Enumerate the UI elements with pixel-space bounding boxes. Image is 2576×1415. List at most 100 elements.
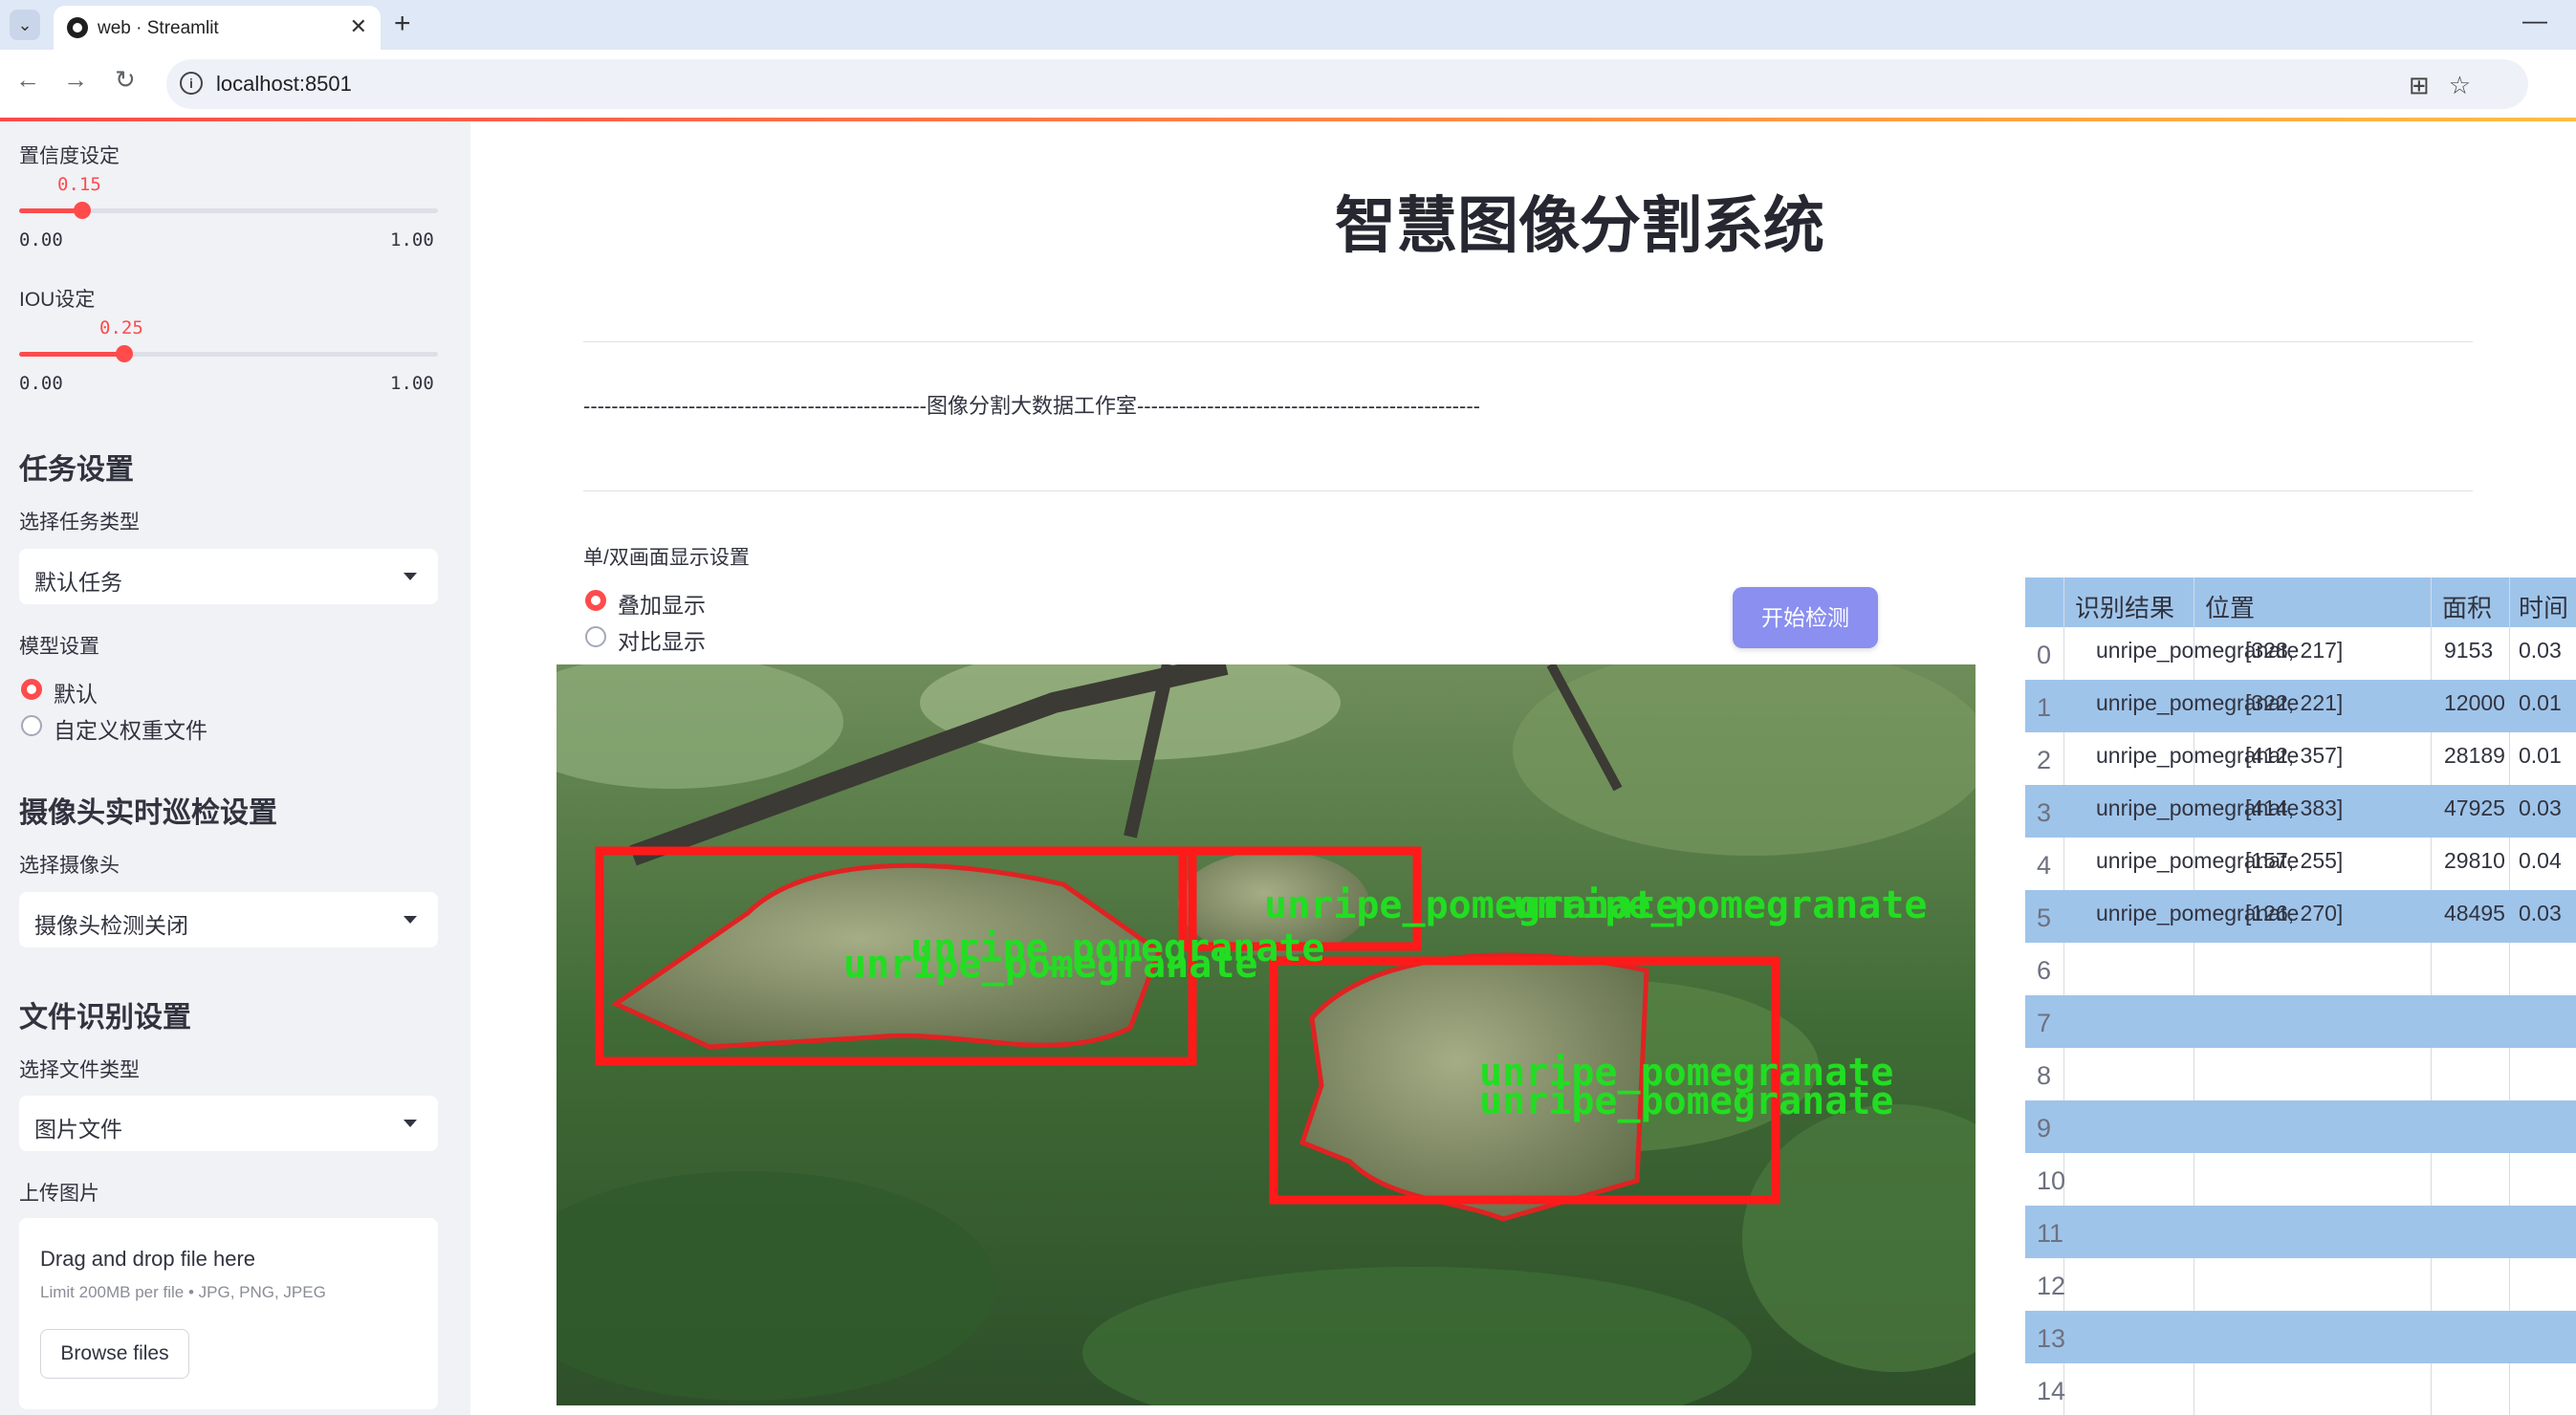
task-type-select[interactable]: 默认任务 — [19, 549, 438, 604]
table-row[interactable]: 7 — [2025, 995, 2576, 1048]
iou-value: 0.25 — [99, 317, 143, 338]
forward-icon[interactable]: → — [63, 65, 88, 95]
file-type-value: 图片文件 — [34, 1117, 122, 1142]
iou-min: 0.00 — [19, 373, 63, 394]
file-dropzone[interactable]: Drag and drop file here Limit 200MB per … — [19, 1218, 438, 1409]
cell-time: 0.03 — [2519, 795, 2562, 820]
detection-result-svg: unripe_pomegranate unripe_pomegranate un… — [557, 664, 1976, 1405]
det-label-6: unripe_pomegranate — [1479, 1079, 1893, 1123]
col-header-position[interactable]: 位置 — [2205, 589, 2255, 624]
divider — [583, 490, 2473, 491]
col-header-result[interactable]: 识别结果 — [2075, 589, 2174, 624]
url-text: localhost:8501 — [216, 72, 352, 96]
cell-position: [328, 217] — [2245, 638, 2344, 663]
row-index: 2 — [2037, 746, 2052, 774]
table-row[interactable]: 9 — [2025, 1100, 2576, 1153]
display-mode-label: 单/双画面显示设置 — [583, 547, 750, 569]
radio-unselected-icon — [21, 715, 42, 736]
row-index: 8 — [2037, 1061, 2052, 1090]
translate-icon[interactable]: ⊞ — [2409, 71, 2449, 99]
table-row[interactable]: 2 unripe_pomegranate [412, 357] 28189 0.01 — [2025, 732, 2576, 785]
model-settings-label: 模型设置 — [19, 636, 99, 658]
cell-time: 0.04 — [2519, 848, 2562, 873]
camera-label: 选择摄像头 — [19, 855, 120, 877]
confidence-slider[interactable] — [19, 202, 438, 219]
cell-area: 48495 — [2444, 901, 2505, 925]
studio-divider-text: ----------------------------------------… — [583, 394, 1480, 418]
browse-files-button[interactable]: Browse files — [40, 1329, 189, 1379]
reload-icon[interactable]: ↻ — [115, 65, 136, 95]
bookmark-star-icon[interactable]: ☆ — [2449, 71, 2490, 99]
site-info-icon[interactable]: i — [180, 72, 203, 95]
row-index: 1 — [2037, 693, 2052, 722]
file-type-select[interactable]: 图片文件 — [19, 1096, 438, 1151]
confidence-slider-fill — [19, 208, 82, 213]
table-row[interactable]: 4 unripe_pomegranate [157, 255] 29810 0.04 — [2025, 838, 2576, 890]
row-index: 6 — [2037, 956, 2052, 985]
iou-max: 1.00 — [390, 373, 434, 394]
col-header-time[interactable]: 时间 — [2519, 589, 2568, 624]
table-row[interactable]: 8 — [2025, 1048, 2576, 1100]
model-option-label: 自定义权重文件 — [54, 718, 207, 743]
file-type-label: 选择文件类型 — [19, 1059, 140, 1081]
close-tab-icon[interactable]: ✕ — [350, 14, 367, 39]
table-row[interactable]: 0 unripe_pomegranate [328, 217] 9153 0.03 — [2025, 627, 2576, 680]
cell-area: 12000 — [2444, 690, 2505, 715]
confidence-max: 1.00 — [390, 229, 434, 250]
table-row[interactable]: 3 unripe_pomegranate [414, 383] 47925 0.03 — [2025, 785, 2576, 838]
cell-area: 47925 — [2444, 795, 2505, 820]
row-index: 9 — [2037, 1114, 2052, 1143]
det-label-2: unripe_pomegranate — [1513, 883, 1927, 927]
streamlit-favicon-icon — [67, 17, 88, 38]
table-row[interactable]: 13 — [2025, 1311, 2576, 1363]
iou-slider-fill — [19, 352, 124, 357]
table-row[interactable]: 6 — [2025, 943, 2576, 995]
main-content: 智慧图像分割系统 -------------------------------… — [470, 121, 2576, 1415]
browser-tab-bar: ⌄ web · Streamlit ✕ + — — [0, 0, 2576, 50]
minimize-window-icon[interactable]: — — [2522, 6, 2547, 35]
new-tab-icon[interactable]: + — [394, 8, 411, 40]
cell-time: 0.03 — [2519, 638, 2562, 663]
row-index: 4 — [2037, 851, 2052, 880]
row-index: 3 — [2037, 798, 2052, 827]
page-title: 智慧图像分割系统 — [1335, 191, 1824, 260]
radio-unselected-icon — [585, 626, 606, 647]
confidence-slider-thumb[interactable] — [73, 202, 91, 219]
sidebar: 置信度设定 0.15 0.00 1.00 IOU设定 0.25 0.00 1.0… — [0, 121, 470, 1415]
tab-search-icon[interactable]: ⌄ — [10, 10, 40, 40]
camera-select[interactable]: 摄像头检测关闭 — [19, 892, 438, 947]
table-row[interactable]: 5 unripe_pomegranate [126, 270] 48495 0.03 — [2025, 890, 2576, 943]
table-row[interactable]: 14 — [2025, 1363, 2576, 1415]
det-label-4: unripe_pomegranate — [843, 943, 1257, 987]
table-row[interactable]: 12 — [2025, 1258, 2576, 1311]
camera-value: 摄像头检测关闭 — [34, 913, 188, 938]
camera-settings-heading: 摄像头实时巡检设置 — [19, 797, 277, 829]
table-row[interactable]: 11 — [2025, 1206, 2576, 1258]
cell-position: [412, 357] — [2245, 743, 2344, 768]
tab-title: web · Streamlit — [98, 18, 219, 38]
col-header-area[interactable]: 面积 — [2442, 589, 2492, 624]
url-field[interactable]: i localhost:8501 ⊞☆ — [166, 59, 2528, 109]
dropzone-limit: Limit 200MB per file • JPG, PNG, JPEG — [40, 1283, 326, 1301]
row-index: 10 — [2037, 1166, 2066, 1195]
confidence-label: 置信度设定 — [19, 145, 120, 167]
table-row[interactable]: 10 — [2025, 1153, 2576, 1206]
confidence-value: 0.15 — [57, 174, 101, 195]
radio-selected-icon — [21, 679, 42, 700]
iou-slider-thumb[interactable] — [115, 345, 133, 362]
iou-slider[interactable] — [19, 345, 438, 362]
row-index: 7 — [2037, 1009, 2052, 1037]
task-type-value: 默认任务 — [34, 570, 122, 595]
chevron-down-icon — [404, 573, 417, 580]
cell-area: 29810 — [2444, 848, 2505, 873]
display-option-label: 对比显示 — [618, 629, 706, 654]
row-index: 12 — [2037, 1272, 2066, 1300]
upload-label: 上传图片 — [19, 1183, 99, 1205]
browser-tab[interactable]: web · Streamlit ✕ — [54, 6, 381, 50]
results-table: 识别结果 位置 面积 时间 0 unripe_pomegranate [328, 2… — [2025, 577, 2576, 1415]
row-index: 14 — [2037, 1377, 2066, 1405]
start-detection-button[interactable]: 开始检测 — [1733, 587, 1878, 648]
back-icon[interactable]: ← — [15, 65, 40, 95]
dropzone-title: Drag and drop file here — [40, 1247, 256, 1271]
table-row[interactable]: 1 unripe_pomegranate [322, 221] 12000 0.01 — [2025, 680, 2576, 732]
